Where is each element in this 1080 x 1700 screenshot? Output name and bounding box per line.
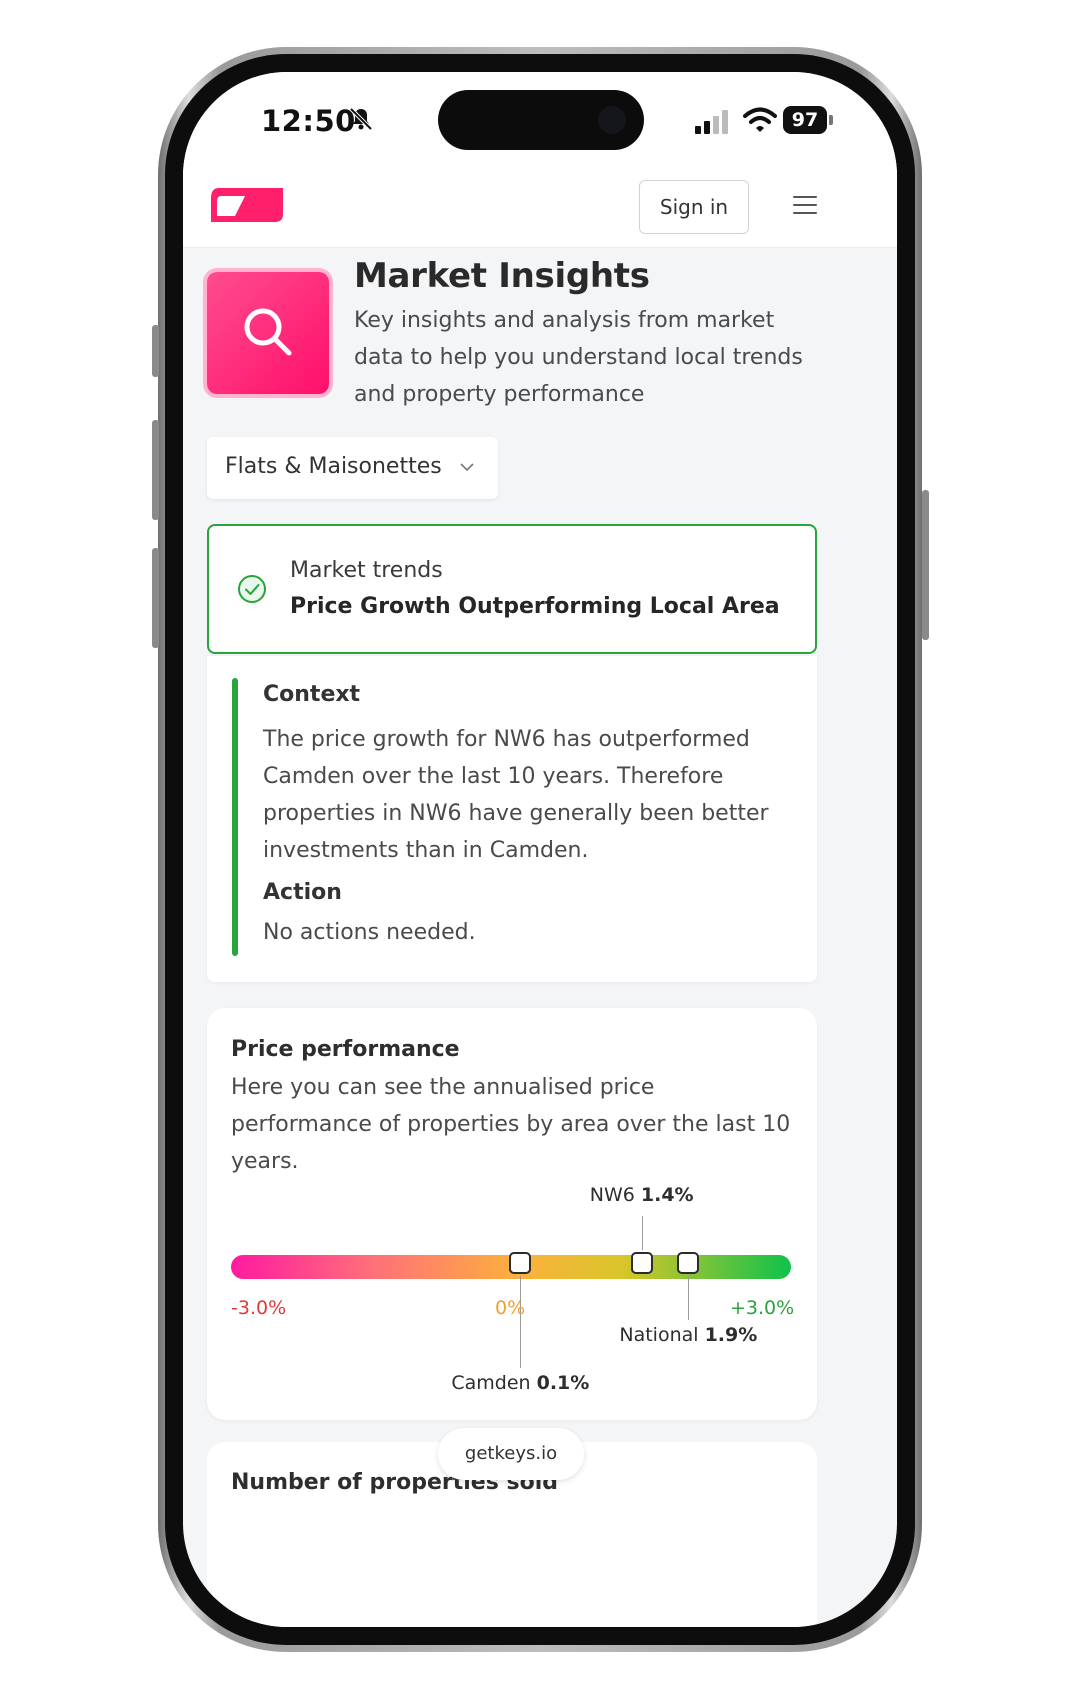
- price-performance-description: Here you can see the annualised price pe…: [231, 1075, 791, 1174]
- hamburger-menu-icon[interactable]: [793, 196, 817, 216]
- status-bar: 12:50 97: [183, 72, 897, 164]
- screen: 12:50 97 Sign in Market Insights Key ins…: [183, 72, 897, 1627]
- marker-nw6[interactable]: [630, 1252, 653, 1274]
- marker-value: 1.9%: [704, 1324, 758, 1346]
- cellular-signal-icon: [695, 110, 728, 134]
- price-performance-title: Price performance: [231, 1037, 460, 1062]
- context-accent-bar: [232, 678, 238, 956]
- context-card: Context The price growth for NW6 has out…: [207, 656, 817, 982]
- action-button: [152, 325, 159, 377]
- marker-area: National: [619, 1324, 705, 1346]
- marker-area: NW6: [589, 1184, 641, 1206]
- property-type-value: Flats & Maisonettes: [225, 454, 442, 479]
- marker-value: 0.1%: [536, 1372, 590, 1394]
- trend-value: Price Growth Outperforming Local Area: [290, 594, 780, 619]
- page-subtitle: Key insights and analysis from market da…: [354, 308, 803, 407]
- dynamic-island: [438, 90, 644, 150]
- marker-leader-nw6: [641, 1216, 643, 1250]
- brand-logo[interactable]: [209, 186, 285, 224]
- context-heading: Context: [263, 682, 361, 707]
- app-header: Sign in: [183, 164, 897, 248]
- scale-max-label: +3.0%: [730, 1297, 795, 1319]
- wifi-icon: [743, 107, 777, 132]
- page-title: Market Insights: [354, 256, 650, 296]
- marker-area: Camden: [451, 1372, 537, 1394]
- marker-label-nw6: NW6 1.4%: [590, 1184, 694, 1206]
- sign-in-button[interactable]: Sign in: [639, 180, 749, 234]
- battery-level: 97: [783, 106, 827, 134]
- marker-label-camden: Camden 0.1%: [451, 1372, 589, 1394]
- context-text: The price growth for NW6 has outperforme…: [263, 727, 769, 863]
- insights-icon-tile: [207, 272, 329, 394]
- scale-mid-label: 0%: [495, 1297, 526, 1319]
- action-heading: Action: [263, 880, 342, 905]
- marker-value: 1.4%: [640, 1184, 694, 1206]
- marker-camden[interactable]: [509, 1252, 532, 1274]
- marker-national[interactable]: [677, 1252, 700, 1274]
- volume-down-button: [152, 548, 159, 648]
- trend-label: Market trends: [290, 558, 443, 583]
- property-type-dropdown[interactable]: Flats & Maisonettes: [207, 437, 498, 499]
- status-time: 12:50: [261, 104, 356, 138]
- browser-url-pill[interactable]: getkeys.io: [438, 1428, 584, 1480]
- marker-label-national: National 1.9%: [619, 1324, 757, 1346]
- marker-leader-camden: [520, 1276, 522, 1368]
- action-text: No actions needed.: [263, 920, 476, 945]
- scale-min-label: -3.0%: [231, 1297, 287, 1319]
- camera-icon: [598, 106, 626, 134]
- volume-up-button: [152, 420, 159, 520]
- search-icon: [244, 308, 292, 356]
- marker-leader-national: [688, 1276, 690, 1320]
- chevron-down-icon: [460, 463, 474, 472]
- market-trend-card[interactable]: Market trends Price Growth Outperforming…: [207, 524, 817, 654]
- check-circle-icon: [238, 575, 266, 603]
- power-button: [922, 490, 929, 640]
- battery-icon: 97: [783, 106, 835, 134]
- price-performance-card: Price performance Here you can see the a…: [207, 1008, 817, 1420]
- bell-muted-icon: [349, 107, 373, 131]
